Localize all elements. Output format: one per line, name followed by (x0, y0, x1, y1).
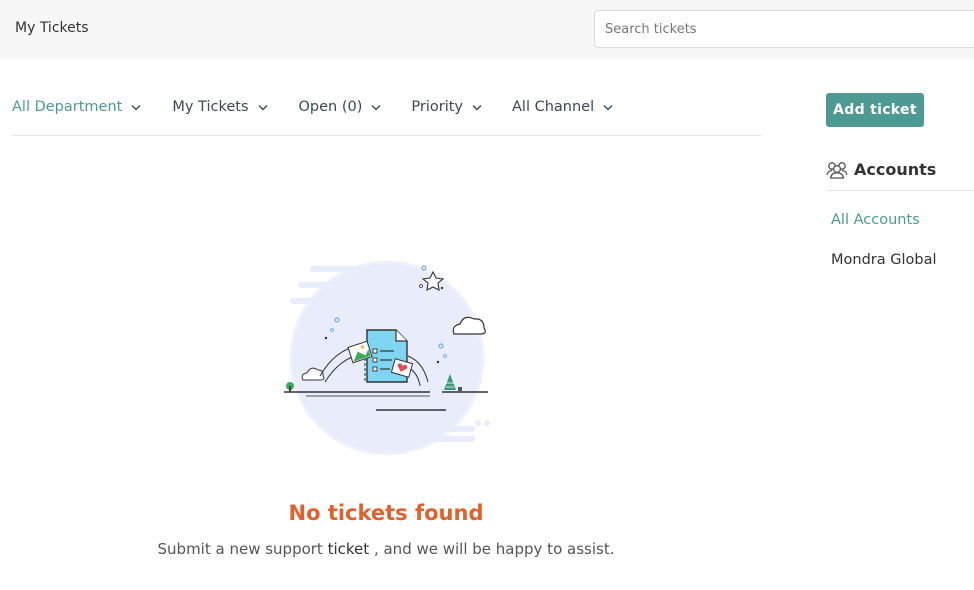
chevron-down-icon (258, 104, 267, 110)
top-bar: My Tickets (0, 0, 974, 59)
accounts-divider (826, 190, 974, 191)
filter-divider (12, 135, 762, 136)
search-input[interactable] (594, 10, 974, 48)
chevron-down-icon (131, 104, 141, 110)
filter-priority[interactable]: Priority (411, 99, 482, 115)
account-item-mondra-global[interactable]: Mondra Global (831, 252, 937, 268)
empty-tickets-illustration (284, 260, 490, 456)
filter-department[interactable]: All Department (12, 99, 141, 115)
chevron-down-icon (603, 104, 613, 110)
filter-label: My Tickets (172, 99, 249, 115)
filter-my-tickets[interactable]: My Tickets (172, 99, 267, 115)
account-item-all[interactable]: All Accounts (831, 212, 920, 228)
filter-status[interactable]: Open (0) (299, 99, 382, 115)
chevron-down-icon (472, 104, 482, 110)
accounts-title: Accounts (854, 160, 937, 179)
chevron-down-icon (371, 104, 381, 110)
accounts-header: Accounts (826, 160, 936, 179)
empty-state-text: Submit a new support ticket , and we wil… (0, 540, 772, 558)
filter-label: All Department (12, 99, 123, 115)
empty-text-after: , and we will be happy to assist. (373, 540, 615, 558)
empty-text-before: Submit a new support (157, 540, 323, 558)
filter-label: All Channel (512, 99, 595, 115)
add-ticket-button[interactable]: Add ticket (826, 93, 924, 127)
filter-label: Open (0) (298, 99, 363, 115)
users-icon (826, 161, 848, 179)
empty-state-title: No tickets found (288, 501, 484, 525)
empty-text-ticket: ticket (327, 540, 370, 558)
page-title: My Tickets (15, 20, 89, 36)
filter-label: Priority (411, 99, 463, 115)
filter-bar: All Department My Tickets Open (0) Prior… (12, 96, 613, 118)
filter-channel[interactable]: All Channel (512, 99, 613, 115)
